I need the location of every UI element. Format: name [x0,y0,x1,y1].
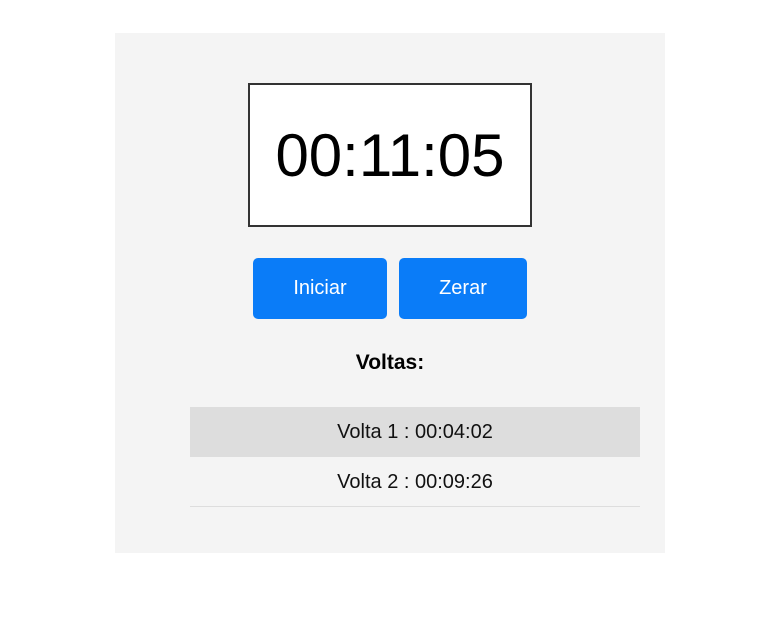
laps-list: Volta 1 : 00:04:02 Volta 2 : 00:09:26 [190,407,640,507]
reset-button[interactable]: Zerar [399,258,527,319]
time-display: 00:11:05 [248,83,532,227]
stopwatch-panel: 00:11:05 Iniciar Zerar Voltas: Volta 1 :… [115,33,665,553]
lap-item: Volta 1 : 00:04:02 [190,407,640,457]
laps-heading: Voltas: [355,351,425,374]
lap-item: Volta 2 : 00:09:26 [190,457,640,507]
start-button[interactable]: Iniciar [253,258,387,319]
